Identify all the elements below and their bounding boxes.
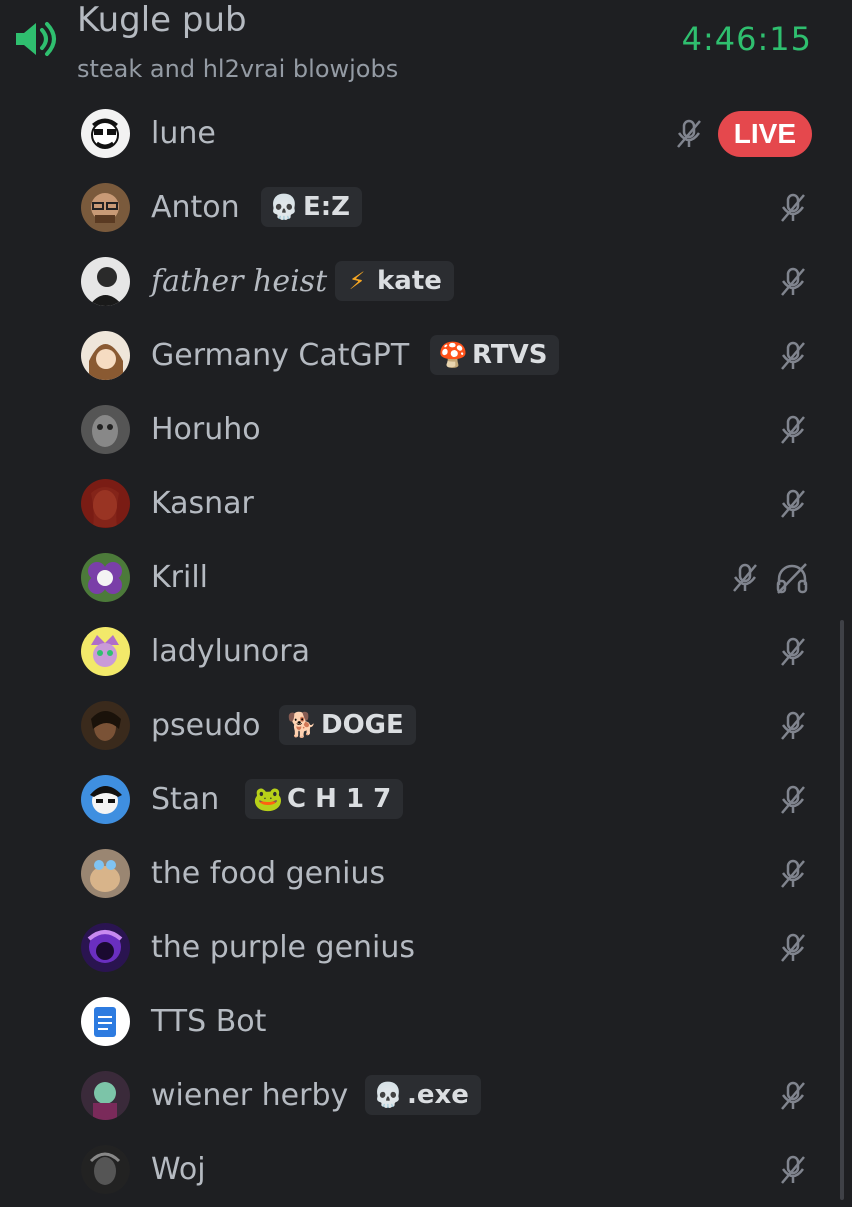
voice-member-lune[interactable]: lune LIVE — [0, 97, 830, 171]
member-name: lune — [151, 116, 216, 151]
server-tag[interactable]: 🐕 DOGE — [279, 705, 416, 745]
voice-member-anton[interactable]: Anton 💀 E:Z — [0, 171, 830, 245]
member-name: Horuho — [151, 412, 261, 447]
skull-icon: 💀 — [373, 1081, 403, 1109]
voice-member-horuho[interactable]: Horuho — [0, 393, 830, 467]
avatar — [81, 405, 130, 454]
muted-mic-icon — [776, 339, 810, 373]
voice-member-woj[interactable]: Woj — [0, 1133, 830, 1207]
avatar — [81, 109, 130, 158]
voice-channel-icon — [12, 18, 58, 60]
member-name: ladylunora — [151, 634, 310, 669]
avatar — [81, 553, 130, 602]
muted-mic-icon — [776, 1079, 810, 1113]
server-tag[interactable]: 🐸 C H 1 7 — [245, 779, 404, 819]
voice-member-germany-catgpt[interactable]: Germany CatGPT 🍄 RTVS — [0, 319, 830, 393]
avatar — [81, 183, 130, 232]
avatar — [81, 1145, 130, 1194]
muted-mic-icon — [776, 1153, 810, 1187]
mushroom-icon: 🍄 — [438, 341, 468, 369]
muted-mic-icon — [776, 931, 810, 965]
channel-status: steak and hl2vrai blowjobs — [77, 55, 399, 83]
member-name: the purple genius — [151, 930, 416, 965]
muted-mic-icon — [776, 413, 810, 447]
voice-member-father-heist[interactable]: father heist ⚡ kate — [0, 245, 830, 319]
server-tag-label: .exe — [407, 1080, 469, 1110]
muted-mic-icon — [776, 191, 810, 225]
voice-member-krill[interactable]: Krill — [0, 541, 830, 615]
deafened-headphones-icon — [774, 561, 810, 595]
server-tag-label: kate — [377, 266, 442, 296]
voice-member-the-food-genius[interactable]: the food genius — [0, 837, 830, 911]
avatar — [81, 701, 130, 750]
member-name: wiener herby — [151, 1078, 349, 1113]
server-tag-label: E:Z — [303, 192, 351, 222]
frog-icon: 🐸 — [253, 785, 283, 813]
server-tag-label: C H 1 7 — [287, 784, 392, 814]
avatar — [81, 257, 130, 306]
member-name: Stan — [151, 782, 220, 817]
doge-icon: 🐕 — [287, 711, 317, 739]
muted-mic-icon — [776, 857, 810, 891]
avatar — [81, 479, 130, 528]
live-badge[interactable]: LIVE — [717, 111, 812, 157]
voice-member-ladylunora[interactable]: ladylunora — [0, 615, 830, 689]
avatar — [81, 997, 130, 1046]
muted-mic-icon — [776, 487, 810, 521]
muted-mic-icon — [728, 561, 762, 595]
voice-member-the-purple-genius[interactable]: the purple genius — [0, 911, 830, 985]
voice-member-tts-bot[interactable]: TTS Bot — [0, 985, 830, 1059]
voice-member-kasnar[interactable]: Kasnar — [0, 467, 830, 541]
skull-icon: 💀 — [269, 193, 299, 221]
muted-mic-icon — [776, 783, 810, 817]
voice-member-wiener-herby[interactable]: wiener herby 💀 .exe — [0, 1059, 830, 1133]
channel-name[interactable]: Kugle pub — [77, 0, 247, 40]
member-name: Germany CatGPT — [151, 338, 410, 373]
scrollbar[interactable] — [840, 620, 844, 1200]
member-name: Anton — [151, 190, 240, 225]
lightning-icon: ⚡ — [348, 267, 366, 295]
server-tag-label: RTVS — [472, 340, 548, 370]
server-tag[interactable]: 💀 E:Z — [261, 187, 363, 227]
member-name: Kasnar — [151, 486, 254, 521]
server-tag[interactable]: 💀 .exe — [365, 1075, 481, 1115]
server-tag[interactable]: ⚡ kate — [335, 261, 454, 301]
server-tag[interactable]: 🍄 RTVS — [430, 335, 560, 375]
server-tag-label: DOGE — [321, 710, 404, 740]
member-name: father heist — [151, 264, 328, 299]
member-name: the food genius — [151, 856, 386, 891]
avatar — [81, 923, 130, 972]
avatar — [81, 849, 130, 898]
member-name: Woj — [151, 1152, 206, 1187]
member-name: TTS Bot — [151, 1004, 267, 1039]
muted-mic-icon — [776, 635, 810, 669]
voice-member-stan[interactable]: Stan 🐸 C H 1 7 — [0, 763, 830, 837]
avatar — [81, 775, 130, 824]
member-name: Krill — [151, 560, 209, 595]
avatar — [81, 331, 130, 380]
avatar — [81, 1071, 130, 1120]
muted-mic-icon — [776, 709, 810, 743]
muted-mic-icon — [776, 265, 810, 299]
elapsed-timer: 4:46:15 — [681, 20, 812, 58]
muted-mic-icon — [672, 117, 706, 151]
voice-member-pseudo[interactable]: pseudo 🐕 DOGE — [0, 689, 830, 763]
member-name: pseudo — [151, 708, 261, 743]
avatar — [81, 627, 130, 676]
